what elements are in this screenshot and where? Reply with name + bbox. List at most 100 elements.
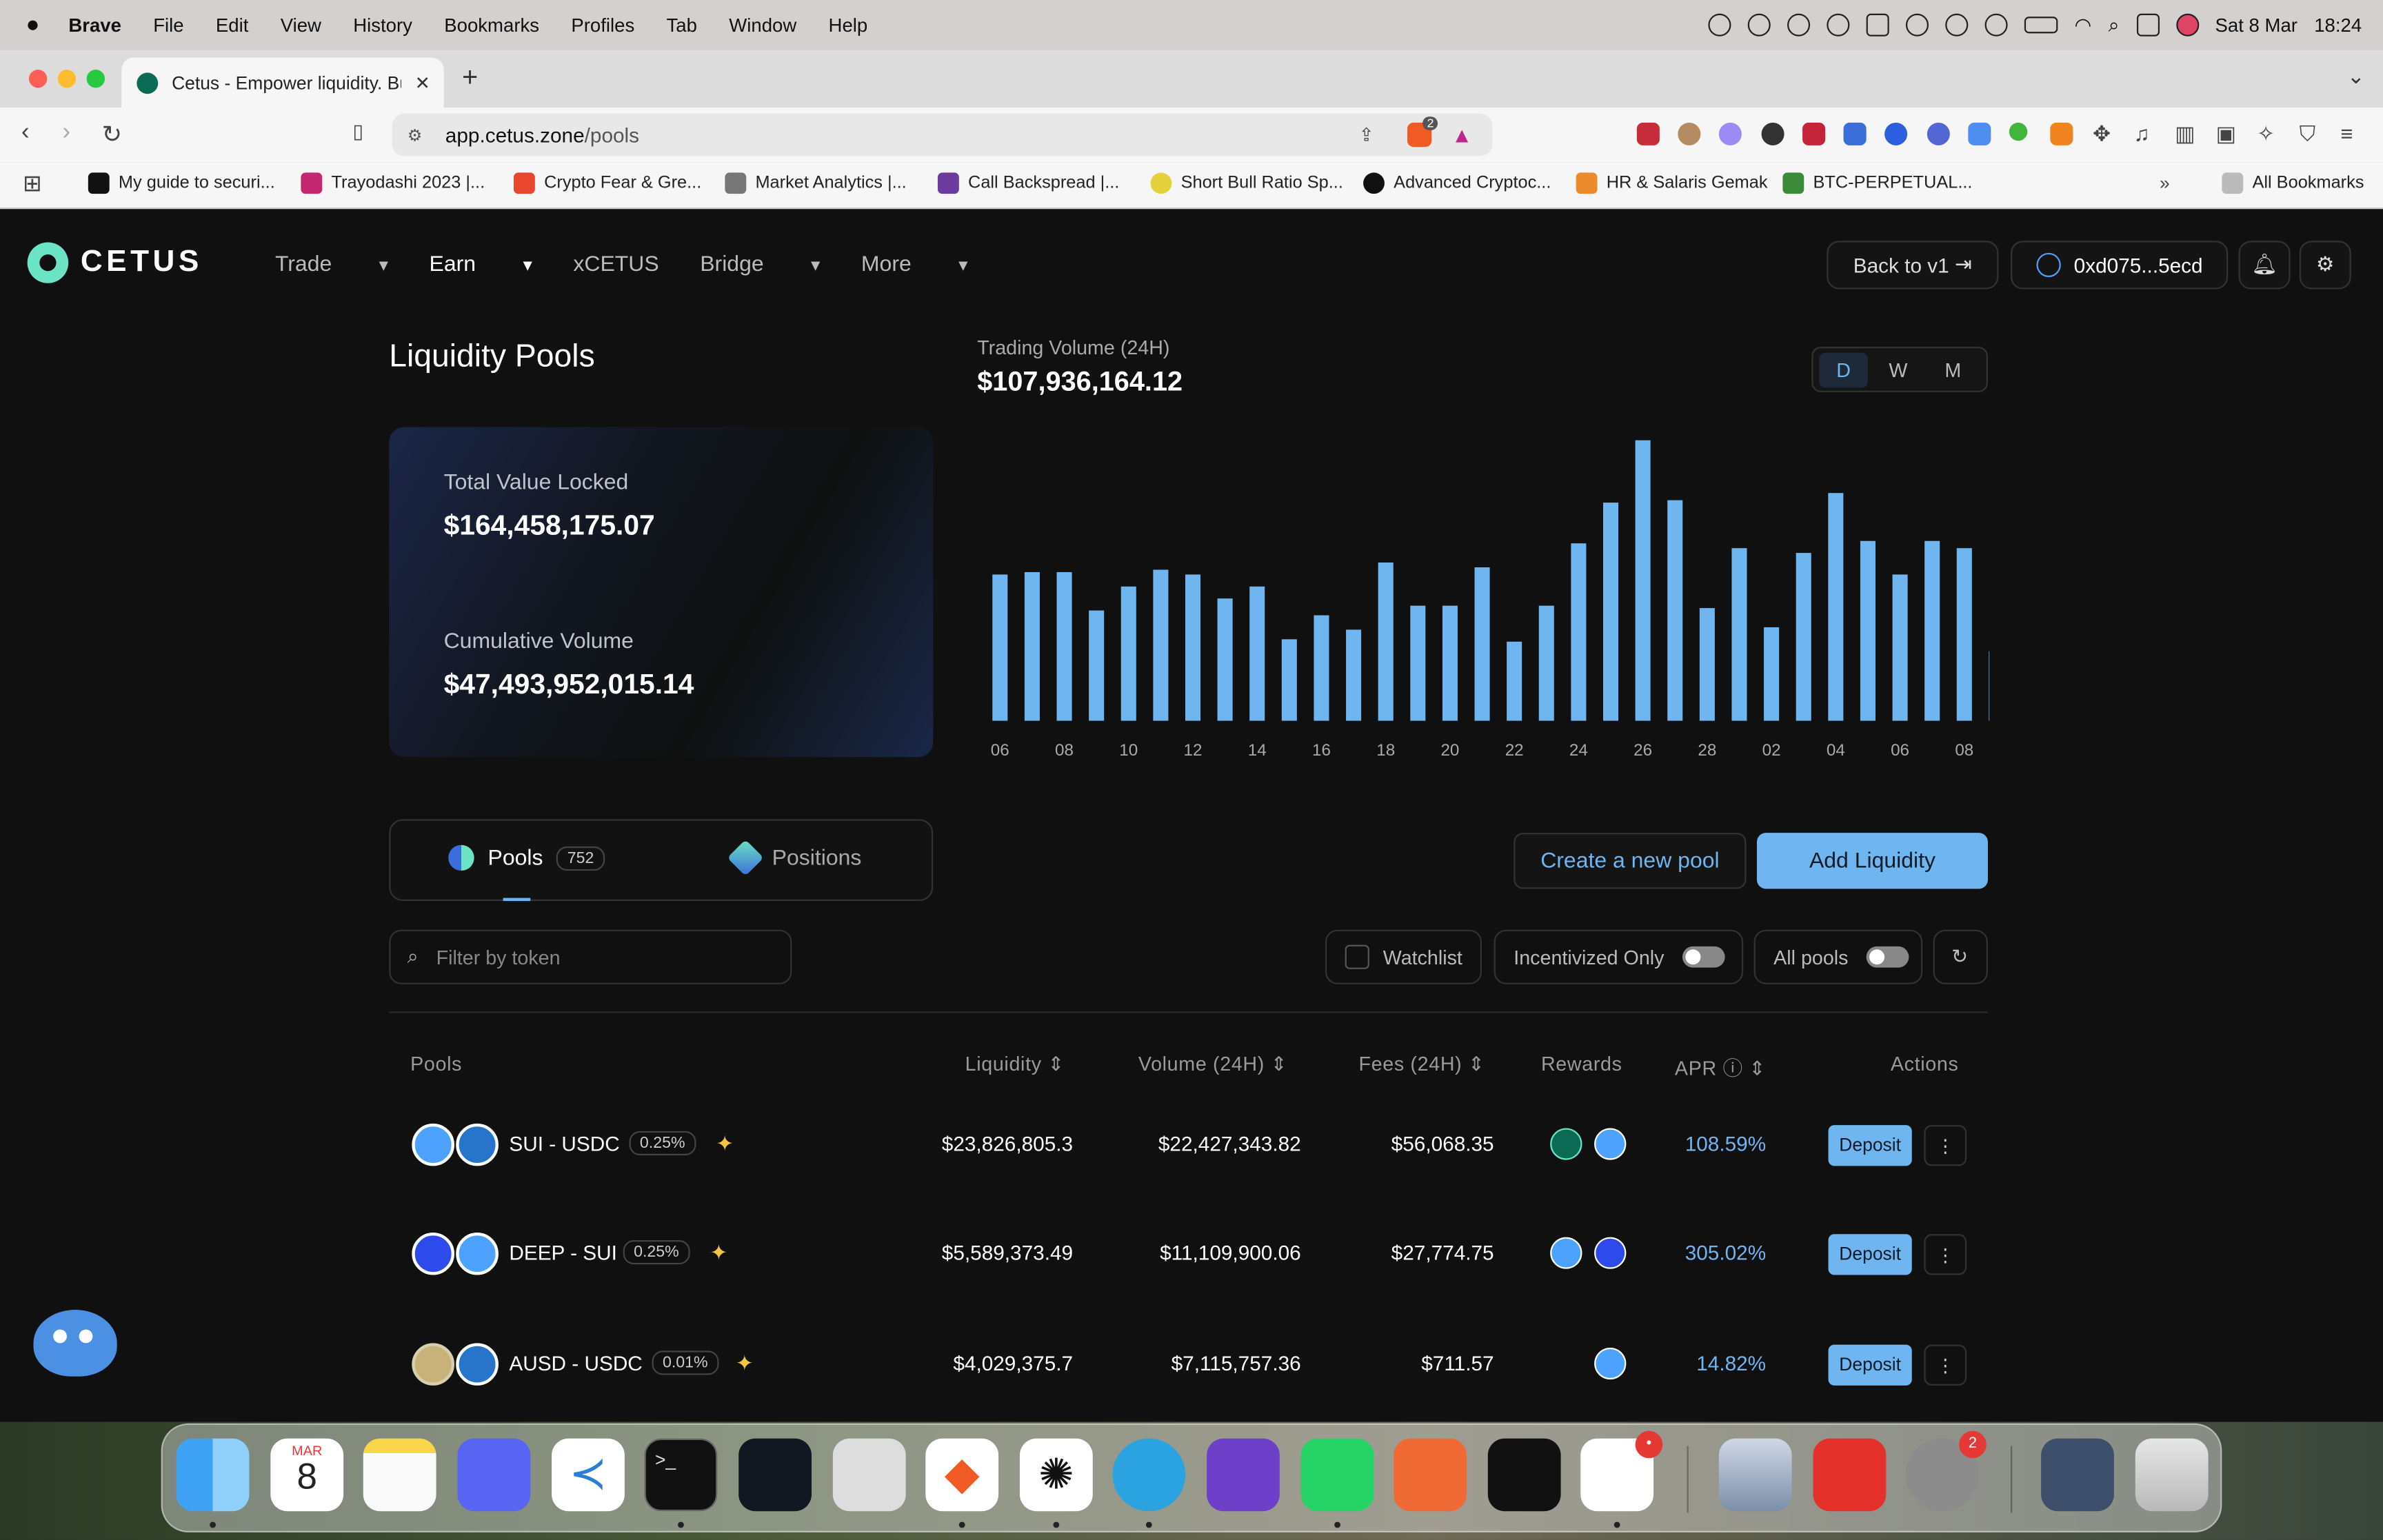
volume-bar[interactable] — [1731, 548, 1747, 721]
trash-icon[interactable] — [2135, 1438, 2209, 1512]
tab-pools[interactable]: Pools 752 — [448, 844, 605, 871]
github-desktop-icon[interactable] — [1207, 1438, 1280, 1512]
deposit-button[interactable]: Deposit — [1828, 1234, 1912, 1275]
table-row[interactable]: AUSD - USDC 0.01% ✦ $4,029,375.7 $7,115,… — [389, 1334, 1988, 1395]
address-bar[interactable]: ⚙ app.cetus.zone/pools ⇪ 2 ▲ — [392, 113, 1493, 156]
token-filter-input[interactable]: ⌕ Filter by token — [389, 929, 792, 984]
volume-bar[interactable] — [1217, 598, 1233, 721]
info-icon[interactable]: ⓘ — [1717, 1057, 1743, 1080]
close-tab-icon[interactable]: ✕ — [415, 72, 430, 93]
extension-icon[interactable] — [1761, 122, 1784, 145]
discord-icon[interactable] — [457, 1438, 531, 1512]
bookmark-item[interactable]: HR & Salaris Gemak — [1576, 172, 1768, 194]
all-pools-filter[interactable]: All pools — [1753, 929, 1923, 984]
preview-icon[interactable] — [1718, 1438, 1792, 1512]
forward-icon[interactable]: › — [62, 120, 70, 148]
wallet-icon[interactable]: ▣ — [2216, 121, 2236, 147]
extension-icon[interactable] — [1843, 122, 1867, 145]
volume-bar[interactable] — [1699, 608, 1715, 721]
watchlist-filter[interactable]: Watchlist — [1325, 929, 1482, 984]
tab-positions[interactable]: Positions — [727, 839, 861, 876]
tab-list-chevron-icon[interactable]: ⌄ — [2347, 63, 2365, 89]
brave-rewards-icon[interactable]: ▲ — [1451, 123, 1473, 147]
calendar-icon[interactable]: MAR 8 — [270, 1438, 344, 1512]
extension-icon[interactable] — [1884, 122, 1908, 145]
refresh-button[interactable]: ↻ — [1933, 929, 1988, 984]
vpn-icon[interactable]: ⛉ — [2300, 121, 2315, 147]
istat-icon[interactable] — [1866, 13, 1889, 37]
minimize-window-button[interactable] — [57, 70, 77, 88]
volume-bar[interactable] — [1346, 629, 1362, 721]
bookmark-item[interactable]: Call Backspread |... — [937, 172, 1119, 194]
period-day-button[interactable]: D — [1819, 352, 1868, 388]
apps-grid-icon[interactable]: ⊞ — [23, 170, 42, 196]
extension-icon[interactable] — [1636, 122, 1660, 145]
volume-bar[interactable] — [1828, 493, 1844, 721]
new-tab-icon[interactable]: + — [462, 62, 478, 94]
bookmark-item[interactable]: Crypto Fear & Gre... — [513, 172, 701, 194]
brightness-icon[interactable] — [1984, 13, 2008, 37]
terminal-icon[interactable]: >_ — [644, 1438, 718, 1512]
menu-help[interactable]: Help — [829, 14, 868, 36]
create-pool-button[interactable]: Create a new pool — [1514, 833, 1747, 889]
site-settings-icon[interactable]: ⚙ — [408, 125, 423, 144]
col-volume[interactable]: Volume (24H) ⇕ — [1138, 1053, 1287, 1077]
more-options-icon[interactable]: ⋮ — [1924, 1234, 1967, 1275]
volume-bar[interactable] — [1153, 569, 1169, 721]
battery-icon[interactable] — [2024, 17, 2058, 34]
chatgpt-status-icon[interactable] — [1747, 13, 1771, 37]
telegram-icon[interactable] — [1112, 1438, 1186, 1512]
settings-button[interactable]: ⚙ — [2299, 241, 2351, 290]
metamask-icon[interactable] — [2050, 122, 2073, 145]
volume-bar[interactable] — [1474, 567, 1490, 721]
table-row[interactable]: DEEP - SUI 0.25% ✦ $5,589,373.49 $11,109… — [389, 1224, 1988, 1284]
bookmark-page-icon[interactable]: ▯ — [352, 120, 363, 144]
bookmark-item[interactable]: Market Analytics |... — [725, 172, 907, 194]
incentivized-only-filter[interactable]: Incentivized Only — [1494, 929, 1744, 984]
leo-ai-icon[interactable]: ✧ — [2257, 121, 2275, 147]
nav-xcetus[interactable]: xCETUS — [573, 253, 658, 277]
volume-bar[interactable] — [1120, 586, 1136, 721]
sketch-pen-icon[interactable] — [1394, 1438, 1467, 1512]
status-app-icon[interactable] — [1827, 13, 1850, 37]
vscode-icon[interactable]: ≺ — [552, 1438, 625, 1512]
calculator-icon[interactable] — [832, 1438, 906, 1512]
volume-bar[interactable] — [1185, 574, 1201, 721]
volume-bar[interactable] — [1538, 605, 1554, 721]
period-week-button[interactable]: W — [1874, 353, 1923, 388]
status-app-icon[interactable] — [1787, 13, 1810, 37]
nav-bridge[interactable]: Bridge ▾ — [700, 253, 820, 277]
whatsapp-icon[interactable] — [1300, 1438, 1374, 1512]
volume-bar[interactable] — [1281, 639, 1297, 721]
close-window-button[interactable] — [28, 70, 48, 88]
siri-icon[interactable] — [2175, 13, 2199, 37]
volume-bar[interactable] — [1860, 540, 1876, 721]
more-bookmarks-chevron-icon[interactable]: » — [2160, 172, 2170, 194]
add-liquidity-button[interactable]: Add Liquidity — [1756, 833, 1988, 889]
volume-bar[interactable] — [1249, 586, 1265, 721]
col-liquidity[interactable]: Liquidity ⇕ — [965, 1053, 1065, 1077]
status-app-icon[interactable] — [1708, 13, 1731, 37]
all-bookmarks-folder[interactable]: All Bookmarks — [2222, 172, 2364, 194]
wifi-icon[interactable]: ◠ — [2074, 13, 2091, 37]
volume-bar[interactable] — [1314, 615, 1329, 721]
extension-icon[interactable] — [1718, 122, 1742, 145]
clock-time[interactable]: 18:24 — [2314, 14, 2362, 36]
apple-menu-icon[interactable]: ● — [26, 12, 39, 38]
notes-icon[interactable] — [363, 1438, 436, 1512]
bookmark-item[interactable]: Trayodashi 2023 |... — [301, 172, 485, 194]
volume-bar[interactable] — [1956, 548, 1972, 721]
table-row[interactable]: SUI - USDC 0.25% ✦ $23,826,805.3 $22,427… — [389, 1115, 1988, 1175]
media-icon[interactable]: ♫ — [2134, 121, 2150, 145]
reload-icon[interactable]: ↻ — [102, 120, 123, 150]
spotlight-search-icon[interactable]: ⌕ — [2109, 13, 2120, 37]
extensions-puzzle-icon[interactable]: ✥ — [2093, 121, 2111, 147]
zoom-window-button[interactable] — [86, 70, 105, 88]
menu-app-name[interactable]: Brave — [68, 14, 121, 36]
volume-bar[interactable] — [1442, 605, 1458, 721]
control-center-icon[interactable] — [2135, 13, 2159, 37]
volume-bar[interactable] — [1667, 500, 1683, 721]
volume-bar[interactable] — [1024, 571, 1040, 721]
tradingview-icon[interactable] — [738, 1438, 812, 1512]
period-month-button[interactable]: M — [1929, 353, 1978, 388]
